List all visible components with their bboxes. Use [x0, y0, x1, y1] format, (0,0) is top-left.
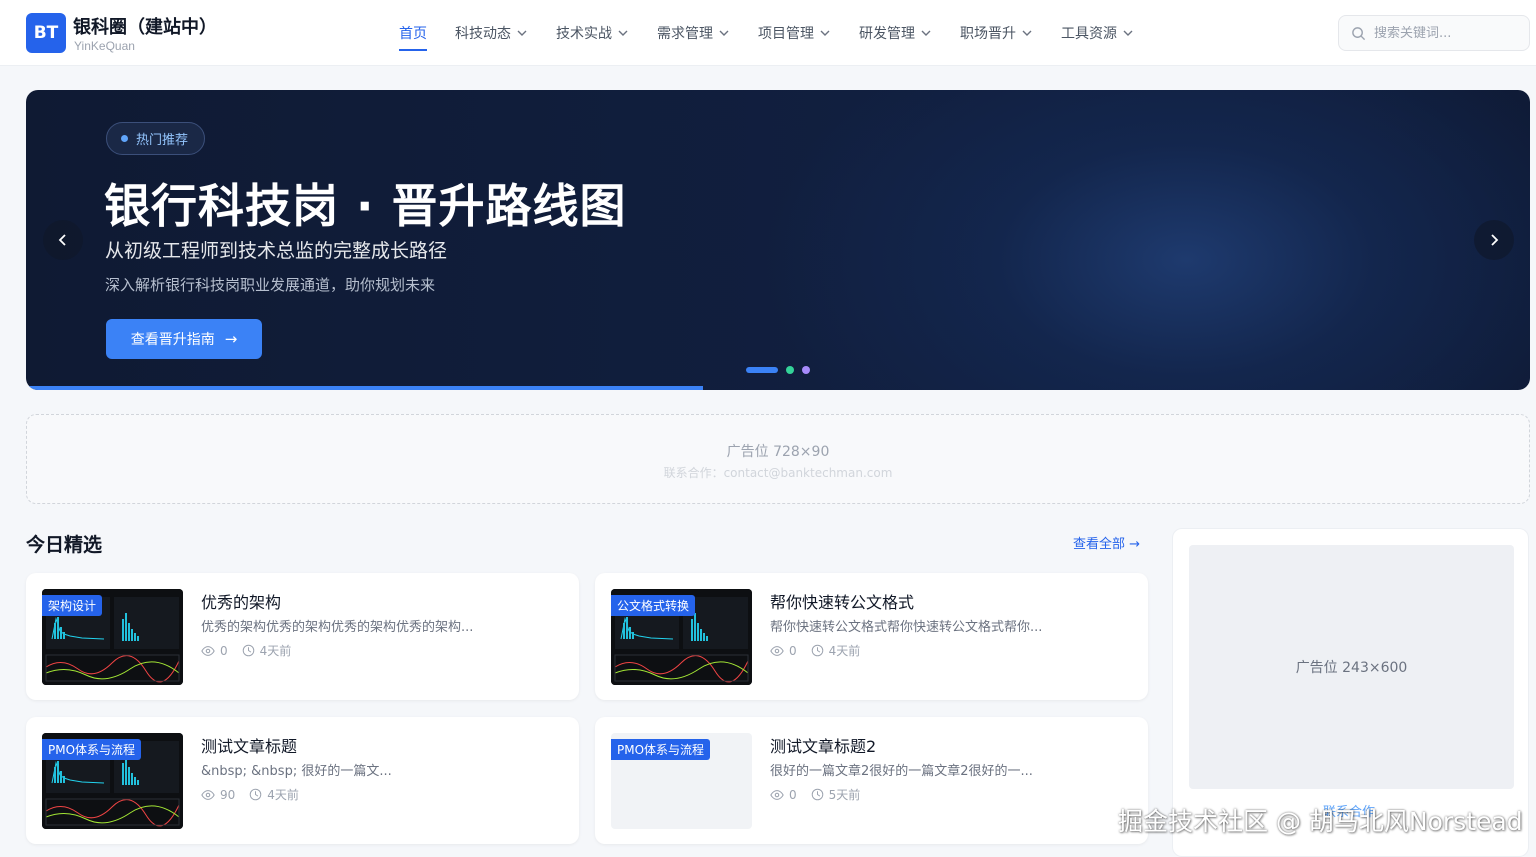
- nav-item-tech-practice[interactable]: 技术实战: [556, 0, 629, 66]
- nav-item-tools[interactable]: 工具资源: [1061, 0, 1134, 66]
- brand-name[interactable]: 银科圈（建站中）: [73, 13, 217, 39]
- brand-subtitle: YinKeQuan: [74, 39, 135, 53]
- hero-title: 银行科技岗 · 晋升路线图: [104, 179, 627, 233]
- article-meta: 90 4天前: [201, 786, 313, 803]
- article-title[interactable]: 优秀的架构: [201, 589, 281, 613]
- hero-subtitle: 从初级工程师到技术总监的完整成长路径: [105, 240, 448, 262]
- nav-item-tech-news[interactable]: 科技动态: [455, 0, 528, 66]
- nav-item-career[interactable]: 职场晋升: [960, 0, 1033, 66]
- carousel-dot-1[interactable]: [746, 367, 778, 373]
- search-box[interactable]: [1338, 15, 1530, 51]
- article-thumbnail[interactable]: PMO体系与流程: [611, 733, 752, 829]
- article-excerpt: 很好的一篇文章2很好的一篇文章2很好的一...: [770, 764, 1033, 779]
- ad-label: 广告位 728×90: [726, 444, 830, 460]
- article-thumbnail[interactable]: 公文格式转换: [611, 589, 752, 685]
- nav-item-requirements[interactable]: 需求管理: [657, 0, 730, 66]
- view-count: 0: [789, 787, 797, 802]
- eye-icon: [201, 789, 215, 800]
- publish-time: 5天前: [828, 788, 861, 802]
- chevron-down-icon: [1123, 30, 1133, 36]
- clock-icon: [250, 788, 262, 801]
- nav-item-rd-mgmt[interactable]: 研发管理: [859, 0, 932, 66]
- carousel-prev-button[interactable]: [43, 220, 83, 260]
- chevron-left-icon: [58, 234, 66, 246]
- view-count: 0: [220, 643, 228, 658]
- category-tag[interactable]: 架构设计: [42, 595, 103, 616]
- article-card[interactable]: PMO体系与流程 测试文章标题2 很好的一篇文章2很好的一篇文章2很好的一...…: [595, 717, 1148, 844]
- chevron-down-icon: [517, 30, 527, 36]
- article-card[interactable]: 架构设计 优秀的架构 优秀的架构优秀的架构优秀的架构优秀的架构... 0 4天前: [26, 573, 579, 700]
- watermark: 掘金技术社区 @ 胡马北风Norstead: [1118, 807, 1523, 836]
- chevron-down-icon: [820, 30, 830, 36]
- clock-icon: [242, 644, 254, 657]
- carousel-dots: [746, 366, 818, 374]
- article-meta: 0 5天前: [770, 786, 874, 803]
- article-meta: 0 4天前: [201, 642, 305, 659]
- carousel-dot-3[interactable]: [802, 366, 810, 374]
- article-card[interactable]: PMO体系与流程 测试文章标题 &nbsp; &nbsp; 很好的一篇文... …: [26, 717, 579, 844]
- badge-dot: [121, 135, 128, 142]
- chevron-down-icon: [719, 30, 729, 36]
- article-excerpt: &nbsp; &nbsp; 很好的一篇文...: [201, 764, 392, 779]
- category-tag[interactable]: 公文格式转换: [611, 595, 696, 616]
- site-header: BT 银科圈（建站中） YinKeQuan 首页 科技动态 技术实战 需求管理 …: [0, 0, 1536, 66]
- hot-badge: 热门推荐: [106, 122, 206, 155]
- article-excerpt: 帮你快速转公文格式帮你快速转公文格式帮你...: [770, 620, 1043, 635]
- eye-icon: [201, 645, 215, 656]
- publish-time: 4天前: [828, 644, 861, 658]
- eye-icon: [770, 645, 784, 656]
- article-excerpt: 优秀的架构优秀的架构优秀的架构优秀的架构...: [201, 620, 474, 635]
- category-tag[interactable]: PMO体系与流程: [611, 739, 711, 760]
- hero-carousel: 热门推荐 银行科技岗 · 晋升路线图 从初级工程师到技术总监的完整成长路径 深入…: [26, 90, 1530, 390]
- publish-time: 4天前: [259, 644, 292, 658]
- article-title[interactable]: 测试文章标题2: [770, 733, 876, 757]
- view-count: 0: [789, 643, 797, 658]
- view-count: 90: [220, 787, 236, 802]
- hero-description: 深入解析银行科技岗职业发展通道，助你规划未来: [105, 276, 436, 294]
- article-meta: 0 4天前: [770, 642, 874, 659]
- search-icon: [1352, 26, 1366, 40]
- article-thumbnail[interactable]: 架构设计: [42, 589, 183, 685]
- site-logo[interactable]: BT: [26, 13, 66, 53]
- carousel-next-button[interactable]: [1474, 220, 1514, 260]
- nav-item-home[interactable]: 首页: [399, 0, 427, 66]
- section-title: 今日精选: [26, 534, 103, 556]
- nav-item-project-mgmt[interactable]: 项目管理: [758, 0, 831, 66]
- ad-contact: 联系合作：contact@banktechman.com: [663, 466, 893, 480]
- chevron-right-icon: [1491, 234, 1499, 246]
- chevron-down-icon: [1022, 30, 1032, 36]
- clock-icon: [811, 788, 823, 801]
- carousel-dot-2[interactable]: [786, 366, 794, 374]
- publish-time: 4天前: [267, 788, 299, 802]
- article-title[interactable]: 测试文章标题: [201, 733, 297, 757]
- search-input[interactable]: [1374, 25, 1514, 41]
- arrow-right-icon: →: [224, 330, 238, 348]
- category-tag[interactable]: PMO体系与流程: [42, 739, 142, 760]
- ad-banner-top[interactable]: 广告位 728×90 联系合作：contact@banktechman.com: [26, 414, 1530, 504]
- article-card[interactable]: 公文格式转换 帮你快速转公文格式 帮你快速转公文格式帮你快速转公文格式帮你...…: [595, 573, 1148, 700]
- chevron-down-icon: [921, 30, 931, 36]
- view-all-link[interactable]: 查看全部 →: [1073, 533, 1140, 552]
- eye-icon: [770, 789, 784, 800]
- clock-icon: [811, 644, 823, 657]
- main-nav: 首页 科技动态 技术实战 需求管理 项目管理 研发管理 职场晋升 工具资源: [399, 0, 1162, 66]
- article-thumbnail[interactable]: PMO体系与流程: [42, 733, 183, 829]
- article-title[interactable]: 帮你快速转公文格式: [770, 589, 914, 613]
- carousel-progress-bar: [26, 386, 703, 390]
- view-guide-button[interactable]: 查看晋升指南 →: [106, 319, 262, 359]
- chevron-down-icon: [618, 30, 628, 36]
- sidebar-ad[interactable]: 广告位 243×600: [1189, 545, 1514, 789]
